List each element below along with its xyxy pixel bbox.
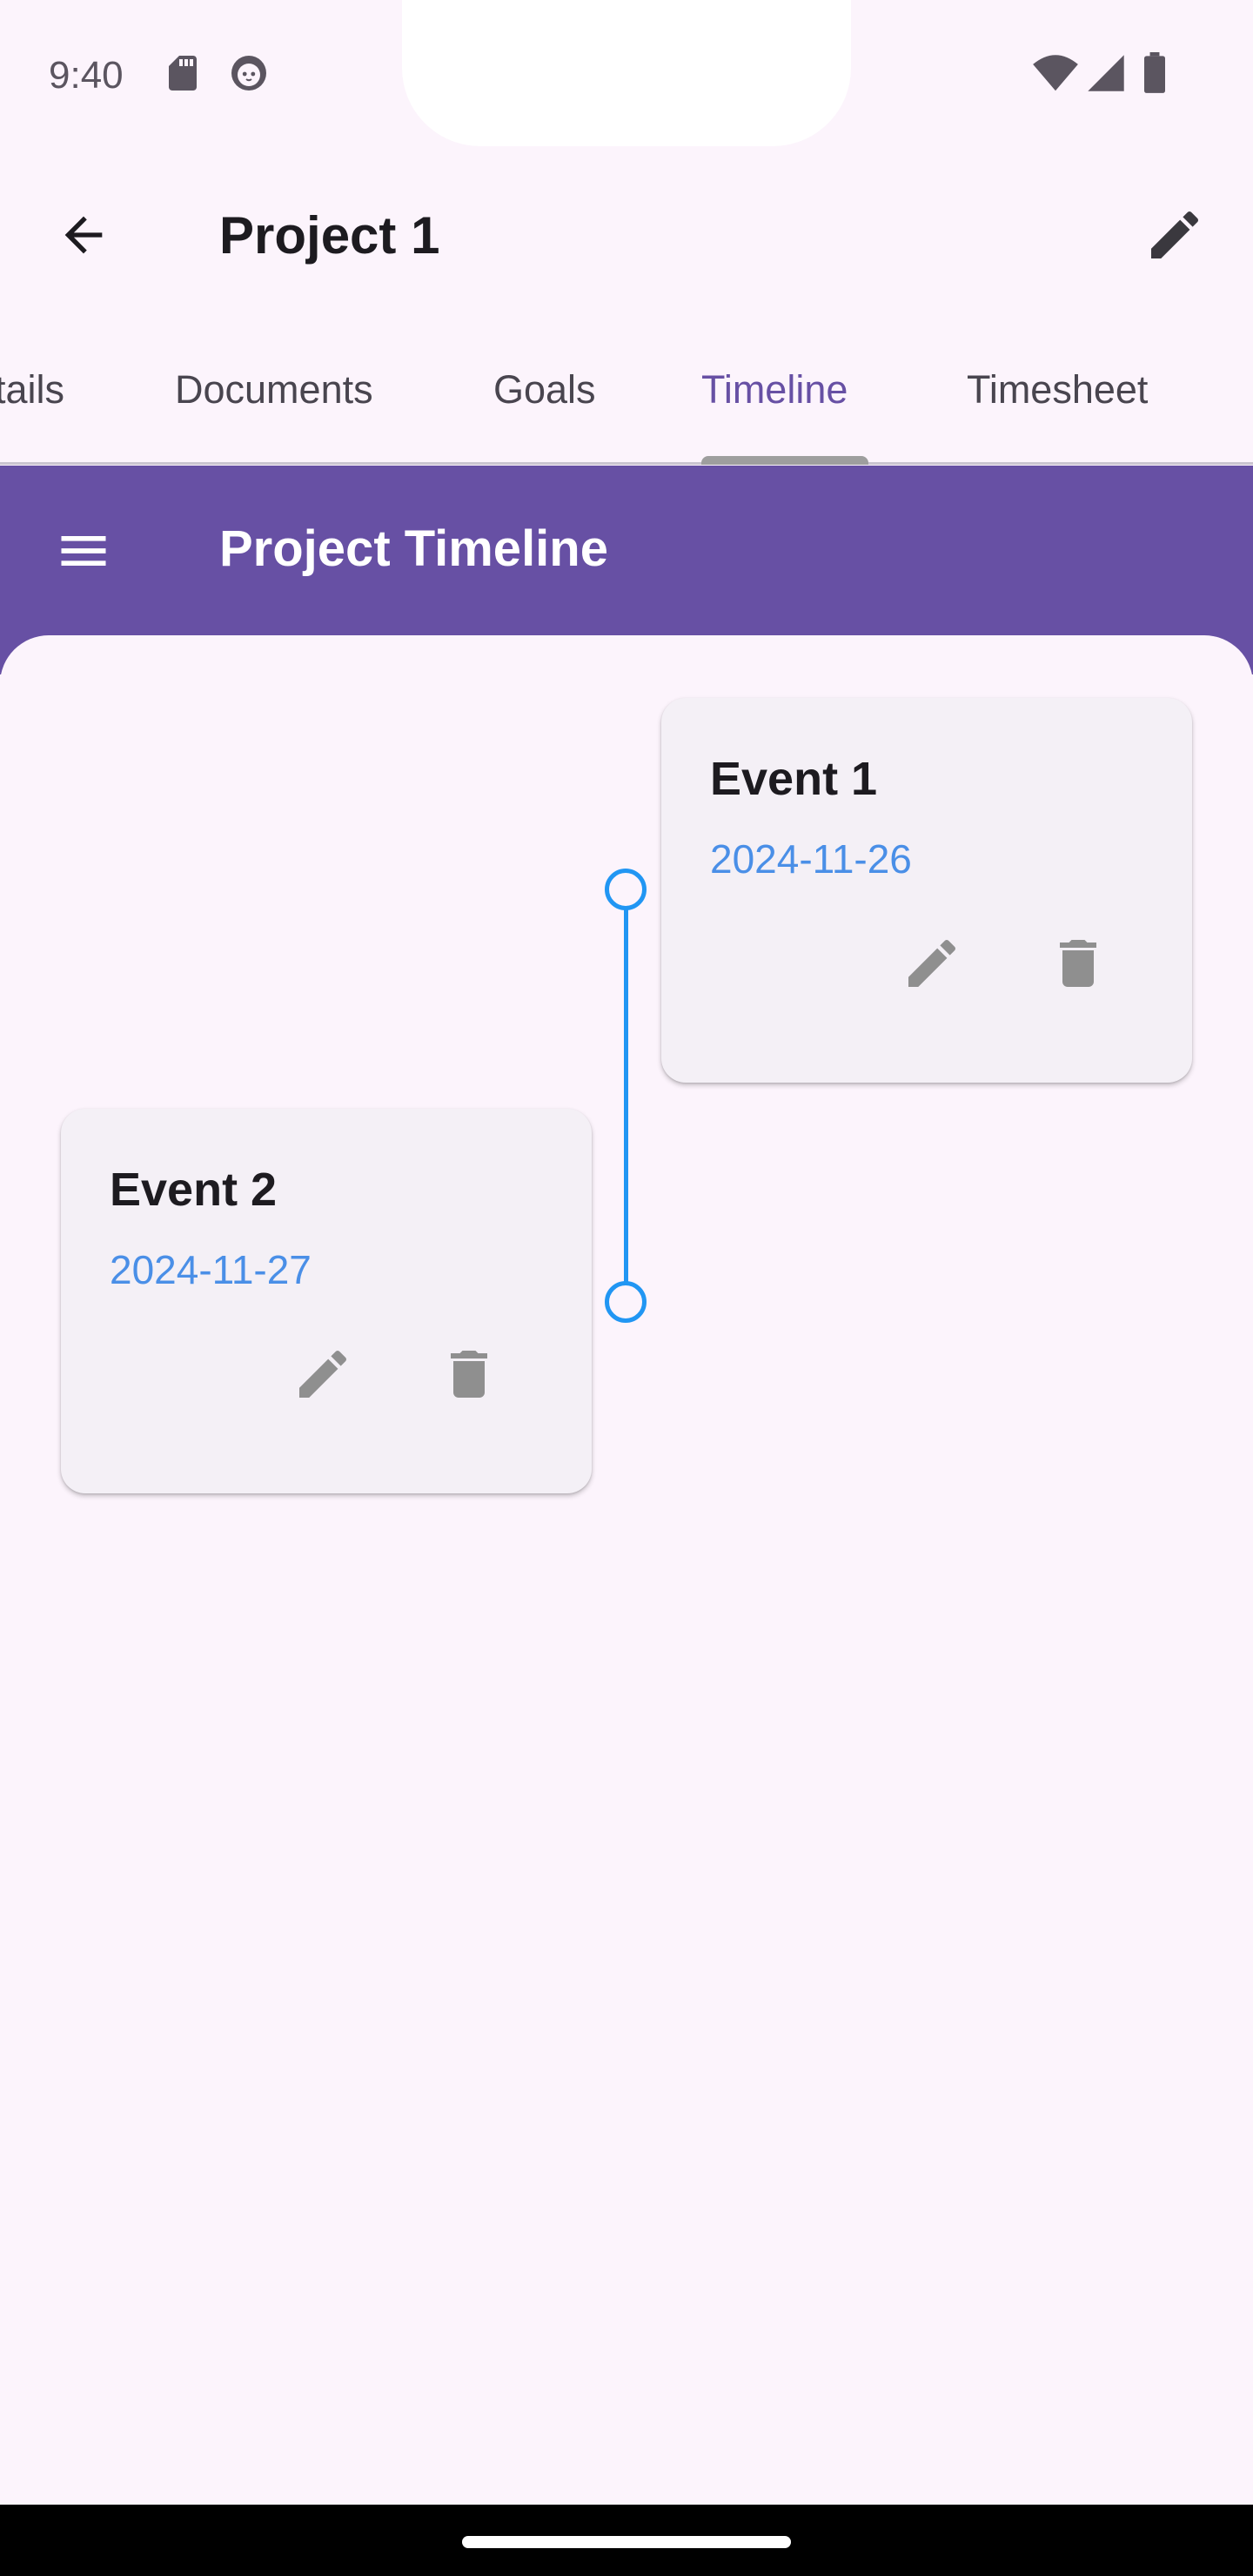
trash-icon <box>1060 940 1096 987</box>
tab-documents[interactable]: Documents <box>175 367 373 413</box>
edit-event-button[interactable] <box>284 1335 362 1413</box>
delete-event-button[interactable] <box>430 1335 508 1413</box>
active-tab-indicator <box>701 456 868 465</box>
tab-timeline[interactable]: Timeline <box>701 367 848 413</box>
status-time: 9:40 <box>49 54 124 97</box>
hamburger-menu-icon <box>61 536 106 566</box>
pencil-icon <box>1151 211 1199 258</box>
edit-event-button[interactable] <box>893 924 971 1003</box>
event-date: 2024-11-27 <box>110 1247 312 1292</box>
home-gesture-handle[interactable] <box>462 2536 791 2548</box>
screen: 9:40 Project 1 tails Documents Goals Tim… <box>0 0 1253 2576</box>
cat-face-icon <box>231 56 266 91</box>
tab-details[interactable]: tails <box>0 367 64 413</box>
cell-signal-icon <box>1088 55 1124 91</box>
tab-timesheet[interactable]: Timesheet <box>967 367 1148 413</box>
camera-notch <box>402 0 851 146</box>
trash-icon <box>451 1351 487 1398</box>
tab-bar: tails Documents Goals Timeline Timesheet <box>0 348 1253 465</box>
pencil-icon <box>908 939 956 987</box>
app-bar: Project 1 <box>0 174 1253 296</box>
event-card-2[interactable]: Event 2 2024-11-27 <box>61 1109 592 1493</box>
system-nav-bar <box>0 2505 1253 2576</box>
timeline-node-1 <box>605 869 647 910</box>
event-title: Event 1 <box>710 753 878 805</box>
timeline-node-2 <box>605 1281 647 1323</box>
sd-card-icon <box>169 56 197 91</box>
timeline-connector <box>624 891 628 1302</box>
event-card-1[interactable]: Event 1 2024-11-26 <box>661 698 1192 1083</box>
event-title: Event 2 <box>110 1164 278 1216</box>
delete-event-button[interactable] <box>1039 924 1117 1003</box>
status-bar: 9:40 <box>0 0 1253 148</box>
section-title: Project Timeline <box>219 520 608 577</box>
pencil-icon <box>299 1350 347 1398</box>
event-date: 2024-11-26 <box>710 836 912 882</box>
battery-icon <box>1144 52 1165 93</box>
menu-button[interactable] <box>49 516 118 586</box>
wifi-icon <box>1033 55 1078 91</box>
back-button[interactable] <box>49 200 118 270</box>
arrow-back-icon <box>64 216 103 254</box>
edit-project-button[interactable] <box>1140 200 1209 270</box>
tab-goals[interactable]: Goals <box>493 367 596 413</box>
page-title: Project 1 <box>219 206 440 265</box>
